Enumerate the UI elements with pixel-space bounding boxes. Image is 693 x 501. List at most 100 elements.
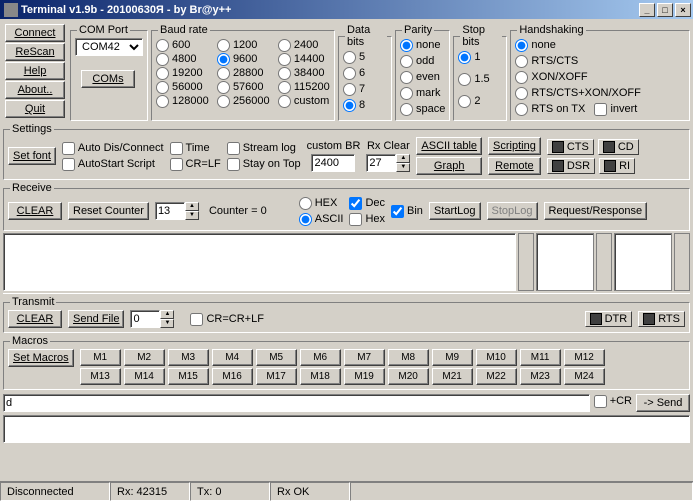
scripting-button[interactable]: Scripting (488, 137, 541, 155)
recv-scroll3[interactable] (674, 233, 690, 291)
db-7[interactable] (343, 83, 356, 96)
recv-scroll2[interactable] (596, 233, 612, 291)
baud-38400[interactable] (278, 67, 291, 80)
baud-2400[interactable] (278, 39, 291, 52)
sb-2[interactable] (458, 95, 471, 108)
comport-select[interactable]: COM42 (75, 38, 143, 56)
connect-button[interactable]: Connect (5, 24, 65, 42)
sendfile-button[interactable]: Send File (68, 310, 124, 328)
macro-M1[interactable]: M1 (80, 349, 121, 366)
dtr-led[interactable]: DTR (585, 311, 633, 327)
reqresp-button[interactable]: Request/Response (544, 202, 648, 220)
baud-4800[interactable] (156, 53, 169, 66)
db-5[interactable] (343, 51, 356, 64)
macro-M24[interactable]: M24 (564, 368, 605, 385)
macro-M3[interactable]: M3 (168, 349, 209, 366)
hex-radio[interactable] (299, 197, 312, 210)
asciitable-button[interactable]: ASCII table (416, 137, 482, 155)
par-space[interactable] (400, 103, 413, 116)
hs-1[interactable] (515, 55, 528, 68)
sb-1[interactable] (458, 51, 471, 64)
quit-button[interactable]: Quit (5, 100, 65, 118)
sb-1.5[interactable] (458, 73, 471, 86)
ascii-radio[interactable] (299, 213, 312, 226)
macro-M22[interactable]: M22 (476, 368, 517, 385)
time-check[interactable] (170, 142, 183, 155)
macro-M11[interactable]: M11 (520, 349, 561, 366)
help-button[interactable]: Help (5, 62, 65, 80)
db-6[interactable] (343, 67, 356, 80)
macro-M14[interactable]: M14 (124, 368, 165, 385)
macro-M9[interactable]: M9 (432, 349, 473, 366)
dec-check[interactable] (349, 197, 362, 210)
graph-button[interactable]: Graph (416, 157, 482, 175)
spin-down[interactable]: ▼ (396, 163, 410, 172)
setmacros-button[interactable]: Set Macros (8, 349, 74, 367)
close-button[interactable]: × (675, 3, 691, 17)
tx-spin[interactable] (130, 310, 160, 328)
baud-1200[interactable] (217, 39, 230, 52)
reset-counter-button[interactable]: Reset Counter (68, 202, 149, 220)
send-button[interactable]: -> Send (636, 394, 690, 412)
staytop-check[interactable] (227, 158, 240, 171)
recv-clear-button[interactable]: CLEAR (8, 202, 62, 220)
spin-up[interactable]: ▲ (396, 154, 410, 163)
hs-0[interactable] (515, 39, 528, 52)
macro-M2[interactable]: M2 (124, 349, 165, 366)
baud-56000[interactable] (156, 81, 169, 94)
baud-19200[interactable] (156, 67, 169, 80)
about-button[interactable]: About.. (5, 81, 65, 99)
baud-57600[interactable] (217, 81, 230, 94)
macro-M13[interactable]: M13 (80, 368, 121, 385)
macro-M17[interactable]: M17 (256, 368, 297, 385)
macro-M23[interactable]: M23 (520, 368, 561, 385)
macro-M15[interactable]: M15 (168, 368, 209, 385)
macro-M7[interactable]: M7 (344, 349, 385, 366)
setfont-button[interactable]: Set font (8, 147, 56, 165)
baud-256000[interactable] (217, 95, 230, 108)
baud-9600[interactable] (217, 53, 230, 66)
par-odd[interactable] (400, 55, 413, 68)
par-even[interactable] (400, 71, 413, 84)
startlog-button[interactable]: StartLog (429, 202, 481, 220)
baud-115200[interactable] (278, 81, 291, 94)
autostart-check[interactable] (62, 158, 75, 171)
macro-M16[interactable]: M16 (212, 368, 253, 385)
baud-14400[interactable] (278, 53, 291, 66)
macro-M19[interactable]: M19 (344, 368, 385, 385)
rts-led[interactable]: RTS (638, 311, 685, 327)
cr-check[interactable] (594, 395, 607, 408)
macro-M5[interactable]: M5 (256, 349, 297, 366)
macro-M4[interactable]: M4 (212, 349, 253, 366)
macro-M18[interactable]: M18 (300, 368, 341, 385)
macro-M6[interactable]: M6 (300, 349, 341, 366)
macro-M8[interactable]: M8 (388, 349, 429, 366)
receive-textarea[interactable] (3, 233, 516, 291)
rxclear-input[interactable] (366, 154, 396, 172)
rescan-button[interactable]: ReScan (5, 43, 65, 61)
crcrlf-check[interactable] (190, 313, 203, 326)
macro-M12[interactable]: M12 (564, 349, 605, 366)
maximize-button[interactable]: □ (657, 3, 673, 17)
crlf-check[interactable] (170, 158, 183, 171)
baud-128000[interactable] (156, 95, 169, 108)
db-8[interactable] (343, 99, 356, 112)
send-input[interactable] (3, 394, 590, 412)
custombr-input[interactable] (311, 154, 355, 172)
counter-input[interactable] (155, 202, 185, 220)
baud-28800[interactable] (217, 67, 230, 80)
hex2-check[interactable] (349, 213, 362, 226)
macro-M21[interactable]: M21 (432, 368, 473, 385)
macro-M20[interactable]: M20 (388, 368, 429, 385)
hs-3[interactable] (515, 87, 528, 100)
bin-check[interactable] (391, 205, 404, 218)
baud-custom[interactable] (278, 95, 291, 108)
par-mark[interactable] (400, 87, 413, 100)
hs-2[interactable] (515, 71, 528, 84)
remote-button[interactable]: Remote (488, 157, 541, 175)
autodc-check[interactable] (62, 142, 75, 155)
coms-button[interactable]: COMs (81, 70, 135, 88)
minimize-button[interactable]: _ (639, 3, 655, 17)
hs-4[interactable] (515, 103, 528, 116)
recv-scroll1[interactable] (518, 233, 534, 291)
